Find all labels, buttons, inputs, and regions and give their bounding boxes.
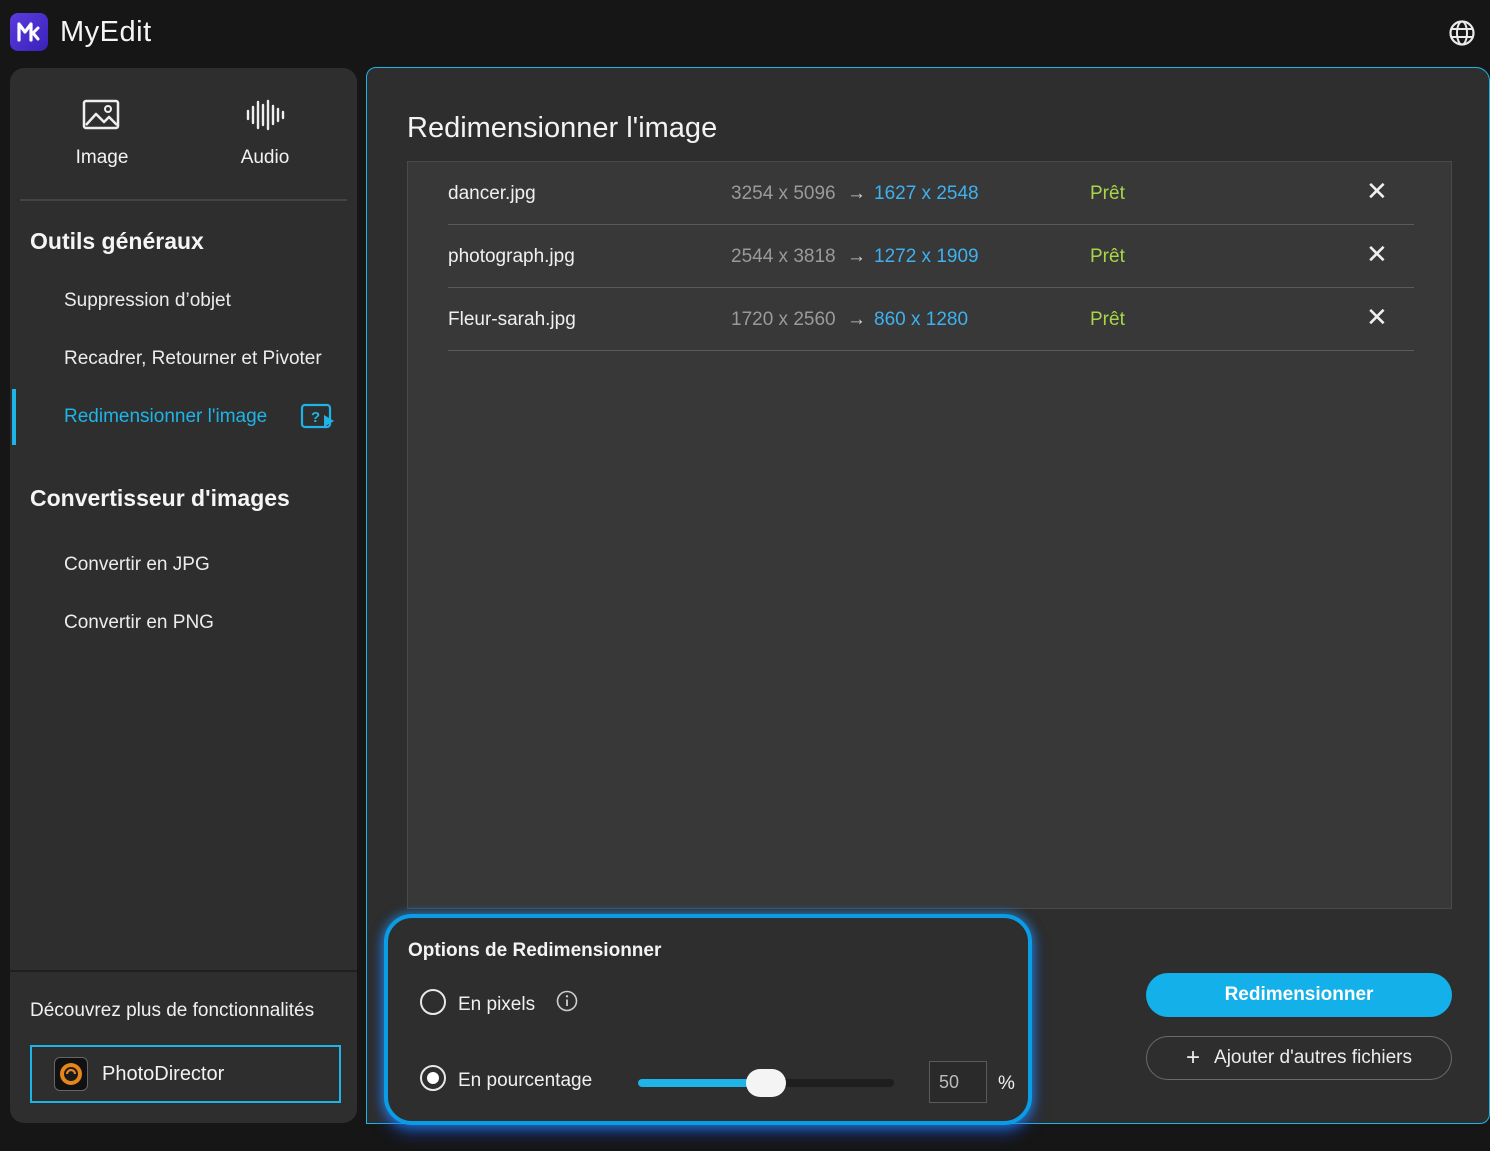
plus-icon: +: [1186, 1044, 1201, 1071]
main-panel: Redimensionner l'image dancer.jpg 3254 x…: [366, 67, 1490, 1125]
close-icon[interactable]: ✕: [1366, 239, 1388, 270]
mode-tab-image[interactable]: Image: [32, 98, 172, 169]
file-name: dancer.jpg: [448, 183, 536, 204]
percent-sign: %: [998, 1073, 1015, 1094]
myedit-logo-icon[interactable]: [10, 13, 48, 51]
sidebar-item-label: Convertir en PNG: [64, 612, 214, 633]
info-icon[interactable]: [556, 990, 578, 1017]
divider: [10, 970, 357, 972]
globe-language-icon[interactable]: [1447, 18, 1477, 48]
file-row: dancer.jpg 3254 x 5096 → 1627 x 2548 Prê…: [448, 162, 1414, 225]
add-files-button[interactable]: + Ajouter d'autres fichiers: [1146, 1036, 1452, 1080]
sidebar-item-label: Suppression d’objet: [64, 290, 231, 311]
options-title: Options de Redimensionner: [408, 940, 662, 961]
discover-more-label: Découvrez plus de fonctionnalités: [30, 1000, 315, 1021]
percentage-input[interactable]: [929, 1061, 987, 1103]
add-files-label: Ajouter d'autres fichiers: [1214, 1047, 1412, 1068]
photodirector-label: PhotoDirector: [102, 1062, 225, 1085]
help-tutorial-icon[interactable]: ?: [300, 403, 336, 437]
section-heading-image-converter: Convertisseur d'images: [30, 485, 290, 511]
sidebar-item-convert-png[interactable]: Convertir en PNG: [10, 595, 357, 651]
file-row: Fleur-sarah.jpg 1720 x 2560 → 860 x 1280…: [448, 288, 1414, 351]
status-badge: Prêt: [1090, 246, 1125, 267]
sidebar-item-convert-jpg[interactable]: Convertir en JPG: [10, 537, 357, 593]
resized-size: 1627 x 2548: [874, 183, 979, 204]
app-title: MyEdit: [60, 16, 152, 48]
sidebar-item-object-removal[interactable]: Suppression d’objet: [10, 273, 357, 329]
file-row: photograph.jpg 2544 x 3818 → 1272 x 1909…: [448, 225, 1414, 288]
mode-tab-audio[interactable]: Audio: [195, 98, 335, 169]
image-icon: [82, 99, 120, 130]
sidebar-item-resize-image[interactable]: Redimensionner l'image ?: [10, 389, 357, 445]
close-icon[interactable]: ✕: [1366, 302, 1388, 333]
resized-size: 1272 x 1909: [874, 246, 979, 267]
sidebar: Image Audio Outils généraux Suppression …: [10, 68, 357, 1123]
top-bar: MyEdit: [0, 0, 1490, 68]
close-icon[interactable]: ✕: [1366, 176, 1388, 207]
resized-size: 860 x 1280: [874, 309, 969, 330]
section-heading-general-tools: Outils généraux: [30, 228, 204, 254]
sidebar-item-label: Convertir en JPG: [64, 554, 210, 575]
file-name: Fleur-sarah.jpg: [448, 309, 576, 330]
sidebar-item-label: Recadrer, Retourner et Pivoter: [64, 348, 322, 369]
sidebar-item-label: Redimensionner l'image: [64, 406, 268, 427]
resize-options-panel: Options de Redimensionner En pixels En p…: [384, 914, 1032, 1125]
photodirector-logo-icon: [54, 1057, 88, 1091]
slider-thumb[interactable]: [746, 1069, 786, 1097]
resize-button[interactable]: Redimensionner: [1146, 973, 1452, 1017]
arrow-right-icon: →: [847, 183, 866, 204]
original-size: 3254 x 5096: [731, 183, 836, 204]
file-list: dancer.jpg 3254 x 5096 → 1627 x 2548 Prê…: [407, 161, 1452, 909]
radio-pixels[interactable]: [420, 989, 446, 1015]
pixels-label: En pixels: [458, 994, 536, 1015]
divider: [20, 199, 347, 201]
radio-percentage[interactable]: [420, 1065, 446, 1091]
mode-tab-label: Audio: [240, 147, 290, 168]
status-badge: Prêt: [1090, 309, 1125, 330]
arrow-right-icon: →: [847, 246, 866, 267]
percentage-label: En pourcentage: [458, 1070, 593, 1091]
mode-tab-label: Image: [75, 147, 129, 168]
file-name: photograph.jpg: [448, 246, 575, 267]
original-size: 1720 x 2560: [731, 309, 836, 330]
arrow-right-icon: →: [847, 309, 866, 330]
original-size: 2544 x 3818: [731, 246, 836, 267]
page-title: Redimensionner l'image: [407, 112, 718, 144]
photodirector-button[interactable]: PhotoDirector: [30, 1045, 341, 1103]
sidebar-item-crop-flip-rotate[interactable]: Recadrer, Retourner et Pivoter: [10, 331, 357, 387]
audio-waveform-icon: [246, 99, 285, 131]
status-badge: Prêt: [1090, 183, 1125, 204]
percentage-slider[interactable]: [638, 1069, 894, 1097]
svg-text:?: ?: [311, 409, 320, 426]
